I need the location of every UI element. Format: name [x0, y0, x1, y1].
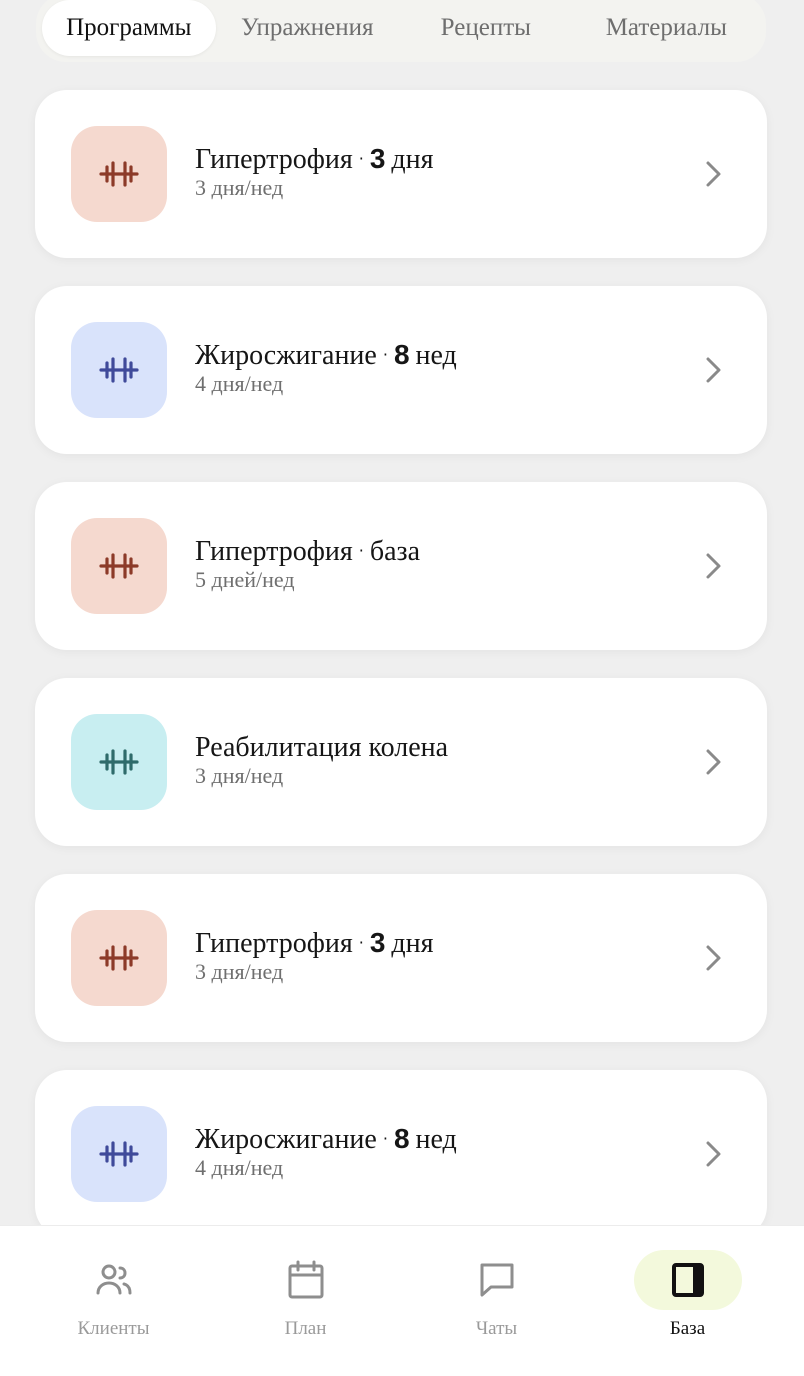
book-icon	[633, 1250, 742, 1310]
segmented-tabs: Программы Упражнения Рецепты Материалы	[36, 0, 766, 62]
program-name: Реабилитация колена	[195, 732, 449, 763]
separator-dot: ·	[358, 149, 364, 168]
dumbbell-icon	[99, 1141, 139, 1167]
program-duration-unit: база	[369, 536, 420, 567]
chevron-right-icon[interactable]	[701, 748, 725, 776]
program-icon-tile	[71, 1106, 167, 1202]
tab-programs[interactable]: Программы	[42, 0, 216, 56]
program-icon-tile	[71, 714, 167, 810]
program-title: Гипертрофия · база	[195, 534, 420, 569]
separator-dot	[448, 737, 460, 756]
program-text: Гипертрофия · 3 дня 3 дня/нед	[195, 926, 434, 985]
tab-exercises[interactable]: Упражнения	[216, 0, 399, 56]
bottom-nav: Клиенты План Чаты База	[0, 1225, 804, 1376]
nav-label: Чаты	[475, 1318, 518, 1339]
program-card[interactable]: Гипертрофия · база 5 дней/нед	[35, 482, 767, 650]
separator-dot: ·	[358, 933, 364, 952]
program-name: Гипертрофия	[195, 928, 353, 959]
clients-icon	[60, 1250, 168, 1310]
program-icon-tile	[71, 126, 167, 222]
program-frequency: 5 дней/нед	[195, 567, 295, 592]
separator-dot: ·	[382, 345, 388, 364]
program-text: Гипертрофия · база 5 дней/нед	[195, 534, 420, 593]
chevron-right-icon[interactable]	[701, 1140, 725, 1168]
chevron-right-icon[interactable]	[701, 944, 725, 972]
tab-recipes[interactable]: Рецепты	[399, 0, 573, 56]
program-text: Реабилитация колена 3 дня/нед	[195, 730, 460, 789]
program-duration-number: 3	[369, 143, 386, 174]
program-frequency: 3 дня/нед	[195, 763, 284, 788]
program-title: Гипертрофия · 3 дня	[195, 142, 434, 177]
dumbbell-icon	[99, 161, 139, 187]
chevron-right-icon[interactable]	[701, 160, 725, 188]
program-frequency: 4 дня/нед	[195, 371, 284, 396]
dumbbell-icon	[99, 945, 139, 971]
program-duration-unit: дня	[391, 144, 434, 175]
program-icon-tile	[71, 518, 167, 614]
dumbbell-icon	[99, 357, 139, 383]
program-title: Гипертрофия · 3 дня	[195, 926, 434, 961]
program-name: Гипертрофия	[195, 536, 353, 567]
program-card[interactable]: Гипертрофия · 3 дня 3 дня/нед	[35, 90, 767, 258]
program-duration-number: 8	[393, 1123, 410, 1154]
program-title: Жиросжигание · 8 нед	[195, 338, 457, 373]
nav-label: База	[669, 1318, 706, 1339]
program-card[interactable]: Жиросжигание · 8 нед 4 дня/нед	[35, 1070, 767, 1238]
program-duration-unit: нед	[415, 340, 457, 371]
separator-dot: ·	[382, 1129, 388, 1148]
program-title: Реабилитация колена	[195, 730, 460, 765]
nav-chats[interactable]: Чаты	[401, 1226, 592, 1376]
chat-icon	[443, 1250, 551, 1310]
program-icon-tile	[71, 322, 167, 418]
program-name: Гипертрофия	[195, 144, 353, 175]
nav-label: Клиенты	[77, 1318, 150, 1339]
separator-dot: ·	[358, 541, 364, 560]
program-duration-unit: дня	[391, 928, 434, 959]
program-duration-number: 3	[369, 927, 386, 958]
program-name: Жиросжигание	[195, 1124, 377, 1155]
program-card[interactable]: Реабилитация колена 3 дня/нед	[35, 678, 767, 846]
program-card[interactable]: Жиросжигание · 8 нед 4 дня/нед	[35, 286, 767, 454]
chevron-right-icon[interactable]	[701, 552, 725, 580]
dumbbell-icon	[99, 749, 139, 775]
nav-label: План	[284, 1318, 327, 1339]
program-text: Жиросжигание · 8 нед 4 дня/нед	[195, 338, 457, 397]
program-title: Жиросжигание · 8 нед	[195, 1122, 457, 1157]
nav-base[interactable]: База	[592, 1226, 783, 1376]
program-text: Гипертрофия · 3 дня 3 дня/нед	[195, 142, 434, 201]
nav-clients[interactable]: Клиенты	[18, 1226, 209, 1376]
program-card[interactable]: Гипертрофия · 3 дня 3 дня/нед	[35, 874, 767, 1042]
program-frequency: 3 дня/нед	[195, 175, 284, 200]
program-name: Жиросжигание	[195, 340, 377, 371]
program-duration-unit: нед	[415, 1124, 457, 1155]
program-list: Гипертрофия · 3 дня 3 дня/нед Жиросжигание · 8 н…	[35, 90, 767, 1266]
program-icon-tile	[71, 910, 167, 1006]
dumbbell-icon	[99, 553, 139, 579]
program-frequency: 3 дня/нед	[195, 959, 284, 984]
chevron-right-icon[interactable]	[701, 356, 725, 384]
nav-plan[interactable]: План	[210, 1226, 401, 1376]
program-frequency: 4 дня/нед	[195, 1155, 284, 1180]
program-text: Жиросжигание · 8 нед 4 дня/нед	[195, 1122, 457, 1181]
calendar-icon	[252, 1250, 360, 1310]
program-duration-number: 8	[393, 339, 410, 370]
tab-materials[interactable]: Материалы	[573, 0, 760, 56]
